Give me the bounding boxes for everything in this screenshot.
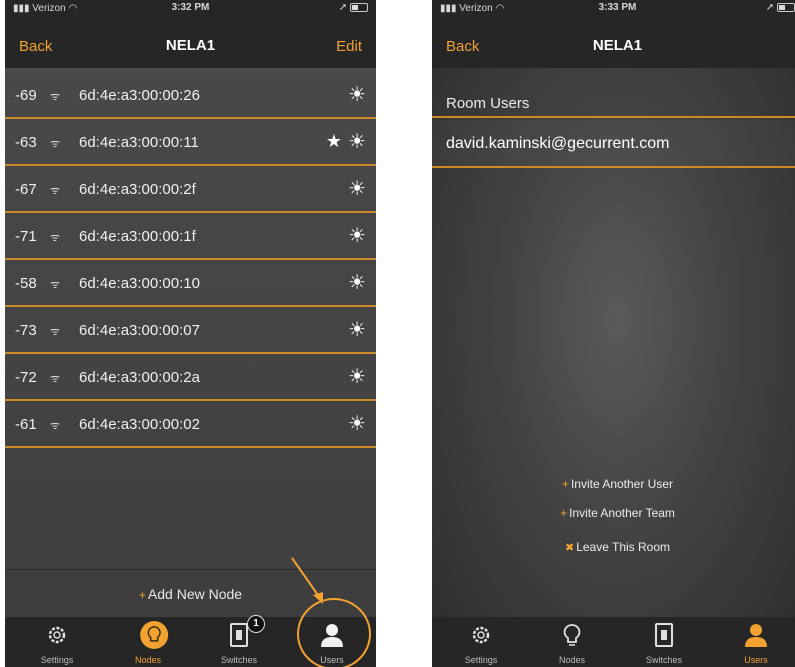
status-time: 3:33 PM [598, 2, 637, 13]
page-title: NELA1 [592, 37, 643, 54]
nodes-screen: ▮▮▮ Verizon ◠ 3:32 PM ➚ Back NELA1 Edit … [5, 0, 376, 667]
invite-team-button[interactable]: + Invite Another Team [432, 506, 795, 520]
plus-icon: + [561, 477, 569, 491]
room-users-heading: Room Users [432, 90, 795, 118]
arrow-annotation [291, 557, 323, 604]
status-bar: ▮▮▮ Verizon ◠ 3:33 PM ➚ [432, 0, 795, 16]
tab-users[interactable]: Users [719, 617, 793, 667]
gear-icon [472, 626, 490, 644]
battery-icon: ➚ [766, 2, 795, 13]
plus-icon: + [560, 506, 568, 520]
leave-room-label: Leave This Room [576, 540, 671, 554]
switch-icon [655, 623, 673, 647]
tab-bar: Settings Nodes Switches Users [432, 617, 795, 667]
invite-user-button[interactable]: + Invite Another User [432, 477, 795, 491]
tab-settings[interactable]: Settings [444, 617, 518, 667]
nav-bar: Back NELA1 [432, 16, 795, 68]
invite-team-label: Invite Another Team [569, 506, 675, 520]
invite-user-label: Invite Another User [570, 477, 674, 491]
tab-nodes[interactable]: Nodes [535, 617, 609, 667]
tab-label: Users [744, 655, 768, 665]
leave-room-button[interactable]: ✖ Leave This Room [432, 540, 795, 554]
tab-switches[interactable]: Switches [627, 617, 701, 667]
tab-label: Nodes [558, 655, 585, 665]
lightbulb-icon [563, 624, 581, 646]
close-icon: ✖ [564, 542, 575, 554]
user-icon [745, 624, 767, 647]
user-list-item[interactable]: david.kaminski@gecurrent.com [432, 120, 795, 168]
users-screen: ▮▮▮ Verizon ◠ 3:33 PM ➚ Back NELA1 Room … [432, 0, 795, 667]
tab-label: Switches [645, 655, 682, 665]
tab-label: Settings [464, 655, 498, 665]
